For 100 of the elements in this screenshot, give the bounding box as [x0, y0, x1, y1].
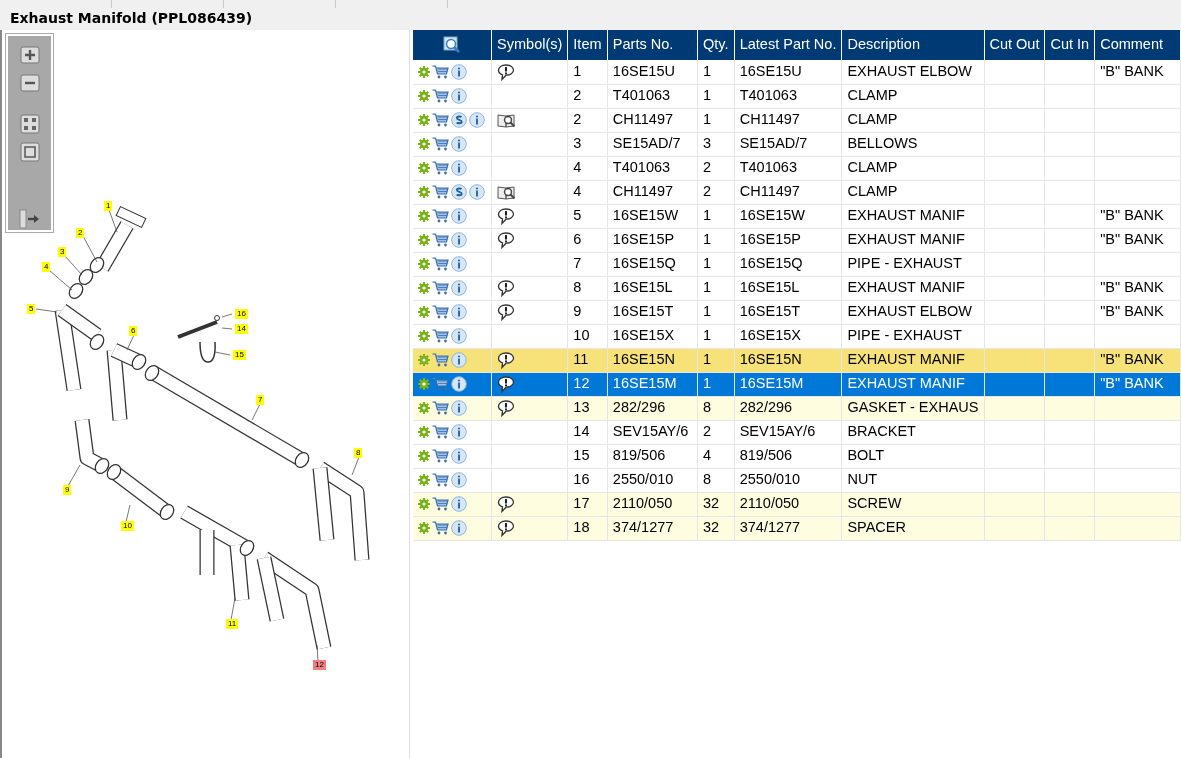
comment-icon[interactable] [497, 207, 516, 225]
cart-icon[interactable] [432, 185, 449, 199]
cart-icon[interactable] [432, 425, 449, 439]
comment-icon[interactable] [497, 375, 516, 393]
gear-icon[interactable] [418, 282, 430, 294]
symbols-column-header[interactable]: Symbol(s) [491, 30, 568, 60]
gear-icon[interactable] [418, 474, 430, 486]
info-icon[interactable] [469, 112, 485, 128]
callout-label[interactable]: 16 [235, 309, 248, 319]
table-row[interactable]: 17 2110/050 32 2110/050 SCREW [413, 492, 1181, 516]
info-icon[interactable] [451, 328, 467, 344]
cart-icon[interactable] [432, 521, 449, 535]
zoom-in-button[interactable] [17, 44, 42, 66]
cart-icon[interactable] [432, 113, 449, 127]
cart-icon[interactable] [432, 329, 449, 343]
info-icon[interactable] [451, 496, 467, 512]
gear-icon[interactable] [418, 522, 430, 534]
cart-icon[interactable] [432, 281, 449, 295]
zoom-out-button[interactable] [17, 72, 42, 94]
gear-icon[interactable] [418, 330, 430, 342]
cart-icon[interactable] [432, 64, 449, 79]
info-icon[interactable] [451, 376, 467, 392]
supersession-icon[interactable] [451, 184, 467, 200]
info-icon[interactable] [451, 400, 467, 416]
info-icon[interactable] [451, 232, 467, 248]
table-row[interactable]: 2 CH11497 1 CH11497 CLAMP [413, 108, 1181, 132]
description-column-header[interactable]: Description [841, 30, 984, 60]
book-search-icon[interactable] [497, 183, 518, 201]
table-row[interactable]: 5 16SE15W 1 16SE15W EXHAUST MANIF "B" BANK [413, 204, 1181, 228]
table-row[interactable]: 4 CH11497 2 CH11497 CLAMP [413, 180, 1181, 204]
item-column-header[interactable]: Item [567, 30, 608, 60]
comment-icon[interactable] [497, 351, 516, 369]
cart-icon[interactable] [432, 473, 449, 487]
info-icon[interactable] [451, 256, 467, 272]
info-icon[interactable] [451, 352, 467, 368]
comment-icon[interactable] [497, 231, 516, 249]
table-row[interactable]: 15 819/506 4 819/506 BOLT [413, 444, 1181, 468]
table-row[interactable]: 4 T401063 2 T401063 CLAMP [413, 156, 1181, 180]
callout-label[interactable]: 3 [58, 247, 67, 257]
comment-icon[interactable] [497, 399, 516, 417]
comment-icon[interactable] [497, 519, 516, 537]
cart-icon[interactable] [432, 449, 449, 463]
info-icon[interactable] [451, 208, 467, 224]
cart-icon[interactable] [432, 89, 449, 103]
cart-icon[interactable] [432, 305, 449, 319]
cart-icon[interactable] [432, 401, 449, 415]
info-icon[interactable] [451, 448, 467, 464]
gear-icon[interactable] [418, 114, 430, 126]
gear-icon[interactable] [418, 378, 430, 390]
info-icon[interactable] [451, 472, 467, 488]
table-row[interactable]: 7 16SE15Q 1 16SE15Q PIPE - EXHAUST [413, 252, 1181, 276]
table-row[interactable]: 3 SE15AD/7 3 SE15AD/7 BELLOWS [413, 132, 1181, 156]
gear-icon[interactable] [418, 354, 430, 366]
latest-part-no-column-header[interactable]: Latest Part No. [734, 30, 842, 60]
comment-icon[interactable] [497, 303, 516, 321]
qty-column-header[interactable]: Qty. [697, 30, 735, 60]
gear-icon[interactable] [418, 90, 430, 102]
table-row[interactable]: 13 282/296 8 282/296 GASKET - EXHAUS [413, 396, 1181, 420]
callout-label[interactable]: 1 [104, 201, 113, 211]
callout-label[interactable]: 7 [256, 395, 265, 405]
gear-icon[interactable] [418, 186, 430, 198]
square-button[interactable] [17, 140, 42, 163]
callout-label[interactable]: 8 [354, 448, 363, 458]
info-icon[interactable] [469, 184, 485, 200]
callout-label[interactable]: 6 [129, 326, 138, 336]
table-row[interactable]: 10 16SE15X 1 16SE15X PIPE - EXHAUST [413, 324, 1181, 348]
callout-label[interactable]: 9 [63, 485, 72, 495]
info-icon[interactable] [451, 160, 467, 176]
info-icon[interactable] [451, 280, 467, 296]
callout-label[interactable]: 14 [235, 324, 248, 334]
gear-icon[interactable] [418, 162, 430, 174]
cart-icon[interactable] [432, 233, 449, 247]
cart-icon[interactable] [432, 209, 449, 223]
cart-icon[interactable] [432, 497, 449, 511]
table-row[interactable]: 9 16SE15T 1 16SE15T EXHAUST ELBOW "B" BANK [413, 300, 1181, 324]
gear-icon[interactable] [418, 65, 430, 78]
callout-label[interactable]: 15 [233, 350, 246, 360]
comment-icon[interactable] [497, 495, 516, 513]
table-row[interactable]: 18 374/1277 32 374/1277 SPACER [413, 516, 1181, 540]
info-icon[interactable] [451, 304, 467, 320]
gear-icon[interactable] [418, 402, 430, 414]
callout-label[interactable]: 4 [42, 262, 51, 272]
table-row[interactable]: 1 16SE15U 1 16SE15U EXHAUST ELBOW "B" BANK [413, 60, 1181, 84]
cart-icon[interactable] [432, 137, 449, 151]
comment-icon[interactable] [497, 279, 516, 297]
callout-label[interactable]: 5 [27, 304, 36, 314]
gear-icon[interactable] [418, 138, 430, 150]
info-icon[interactable] [451, 424, 467, 440]
cart-icon[interactable] [432, 377, 449, 391]
table-row[interactable]: 16 2550/010 8 2550/010 NUT [413, 468, 1181, 492]
table-row[interactable]: 2 T401063 1 T401063 CLAMP [413, 84, 1181, 108]
table-row[interactable]: 14 SEV15AY/6 2 SEV15AY/6 BRACKET [413, 420, 1181, 444]
cart-icon[interactable] [432, 353, 449, 367]
callout-label[interactable]: 11 [226, 619, 239, 629]
cart-icon[interactable] [432, 161, 449, 175]
table-row[interactable]: 12 16SE15M 1 16SE15M EXHAUST MANIF "B" BANK [413, 372, 1181, 396]
gear-icon[interactable] [418, 450, 430, 462]
info-icon[interactable] [451, 63, 467, 80]
cut-out-column-header[interactable]: Cut Out [984, 30, 1045, 60]
table-row[interactable]: 11 16SE15N 1 16SE15N EXHAUST MANIF "B" BANK [413, 348, 1181, 372]
